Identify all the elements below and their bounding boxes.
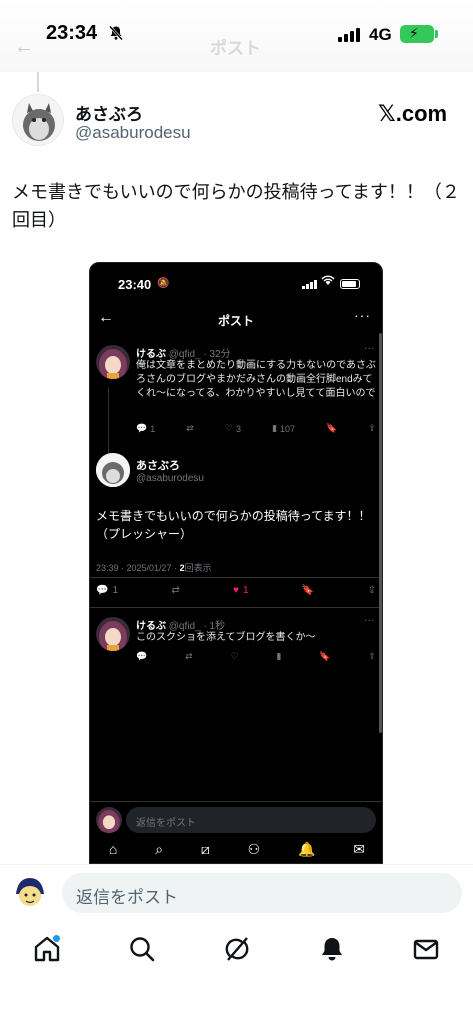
notification-dot	[53, 935, 60, 942]
embedded-like-icon: ♡ 3	[224, 423, 241, 434]
embedded-reply2-views-icon: ▮	[276, 651, 282, 661]
embedded-main-reply-icon: 💬 1	[96, 585, 119, 596]
embedded-main-meta: 23:39 · 2025/01/27 · 2回表示	[96, 561, 212, 574]
embedded-main-handle: @asaburodesu	[136, 473, 204, 484]
embedded-title: ポスト	[218, 314, 255, 328]
avatar[interactable]	[12, 94, 64, 146]
embedded-main-avatar	[96, 453, 130, 487]
embedded-reply1-actions: 💬 1 ⇄ ♡ 3 ▮ 107 🔖 ⇪	[136, 423, 376, 434]
thread-line	[37, 72, 39, 92]
embedded-messages-icon: ✉	[353, 841, 365, 857]
embedded-reply2-repost-icon: ⇄	[185, 651, 193, 661]
signal-icon	[338, 26, 360, 42]
author-name[interactable]: あさぶろ	[75, 100, 143, 125]
embedded-reply2-reply-icon: 💬	[136, 651, 148, 661]
embedded-divider	[90, 577, 382, 578]
current-user-avatar[interactable]	[12, 874, 48, 910]
embedded-divider-2	[90, 607, 382, 608]
back-icon[interactable]: ←	[14, 36, 34, 59]
embedded-reply-avatar	[96, 807, 122, 833]
embedded-reply2-text: このスクショを添えてブログを書くか〜	[136, 632, 316, 643]
embedded-main-like-icon: ♥ 1	[233, 585, 249, 596]
embedded-bell-off-icon: 🔕	[157, 278, 170, 289]
embedded-avatar	[96, 345, 130, 379]
header-title: ポスト	[210, 39, 261, 58]
embedded-reply2-more-icon: ···	[364, 615, 374, 626]
messages-icon[interactable]	[411, 934, 441, 964]
status-time: 23:34	[46, 22, 98, 44]
embedded-reply2-like-icon: ♡	[230, 651, 239, 661]
embedded-grok-icon: ⧄	[200, 841, 210, 857]
embedded-communities-icon: ⚇	[247, 841, 261, 857]
embedded-main-name: あさぶろ	[136, 460, 180, 472]
embedded-home-icon: ⌂	[108, 841, 118, 857]
source-label: 𝕏.com	[378, 101, 448, 126]
embedded-repost-icon: ⇄	[186, 423, 194, 433]
embedded-reply1-likes: 3	[235, 423, 241, 434]
embedded-signal-icon	[302, 279, 317, 289]
embedded-status-time: 23:40	[118, 277, 152, 292]
embedded-search-icon: ⌕	[155, 841, 164, 857]
embedded-bookmark-icon: 🔖	[326, 423, 338, 433]
embedded-main-replies: 1	[112, 585, 119, 596]
embedded-reply1-replies: 1	[150, 423, 156, 434]
embedded-main-views-label: 回表示	[184, 563, 212, 573]
bell-off-icon	[108, 25, 124, 46]
embedded-reply2-share-icon: ⇪	[368, 651, 376, 661]
tweet-text: メモ書きでもいいので何らかの投稿待ってます！！（２回目）	[12, 182, 460, 230]
embedded-tabbar: ⌂ ⌕ ⧄ ⚇ 🔔 ✉	[90, 841, 382, 863]
notifications-icon[interactable]	[317, 934, 347, 964]
embedded-views-icon: ▮ 107	[272, 423, 296, 434]
embedded-main-likes: 1	[242, 585, 249, 596]
embedded-notifications-icon: 🔔	[298, 841, 316, 857]
grok-icon[interactable]	[222, 934, 252, 964]
author-handle[interactable]: @asaburodesu	[75, 123, 191, 143]
embedded-share-icon: ⇪	[368, 423, 376, 433]
network-label: 4G	[369, 25, 392, 44]
embedded-main-actions: 💬 1 ⇄ ♥ 1 🔖 ⇪	[96, 585, 376, 596]
embedded-reply2-avatar	[96, 617, 130, 651]
battery-tip	[435, 30, 438, 38]
search-icon[interactable]	[127, 934, 157, 964]
embedded-scrollbar	[379, 333, 382, 733]
embedded-reply1-more-icon: ···	[364, 343, 374, 354]
embedded-reply1-views: 107	[280, 423, 296, 434]
embedded-reply1-text: 俺は文章をまとめたり動画にする力もないのであさぶろさんのブログやまかだみさんの動…	[136, 360, 376, 399]
embedded-main-text: メモ書きでもいいので何らかの投稿待ってます！！（プレッシャー）	[96, 509, 371, 541]
embedded-main-bookmark-icon: 🔖	[301, 585, 315, 596]
embedded-main-timestamp: 23:39 · 2025/01/27 ·	[96, 563, 180, 573]
embedded-back-icon: ←	[98, 309, 114, 326]
embedded-reply-icon: 💬 1	[136, 423, 156, 434]
embedded-thread-line	[108, 387, 109, 457]
embedded-wifi-icon	[321, 275, 335, 289]
embedded-reply2-actions: 💬 ⇄ ♡ ▮ 🔖 ⇪	[136, 651, 376, 662]
reply-input[interactable]: 返信をポスト	[62, 873, 462, 913]
embedded-screenshot[interactable]: 23:40 🔕 ← ポスト ··· けるぶ @qfid_ · 32分 ··· 俺…	[89, 262, 383, 864]
embedded-reply1-author: けるぶ @qfid_ · 32分	[136, 345, 231, 360]
embedded-more-icon: ···	[354, 307, 371, 323]
charging-icon: ⚡	[409, 25, 419, 41]
embedded-battery-icon	[340, 279, 360, 289]
embedded-main-share-icon: ⇪	[367, 585, 376, 596]
embedded-reply2-bookmark-icon: 🔖	[319, 651, 331, 661]
embedded-main-repost-icon: ⇄	[171, 585, 180, 596]
embedded-reply2-author: けるぶ @qfid_ · 1秒	[136, 617, 225, 632]
embedded-reply-input: 返信をポスト	[126, 807, 376, 833]
